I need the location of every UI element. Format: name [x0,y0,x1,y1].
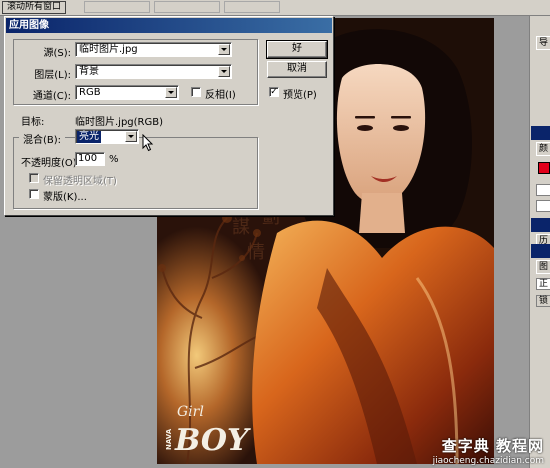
chevron-down-icon[interactable] [165,87,177,98]
color-palette-header[interactable] [531,126,550,140]
layers-tab[interactable]: 图 [536,260,550,274]
preserve-transparency-checkbox[interactable] [29,173,39,183]
chevron-down-icon[interactable] [125,131,137,142]
ok-button[interactable]: 好 [266,40,328,59]
preview-label: 预览(P) [283,90,317,101]
preserve-transparency-label: 保留透明区域(T) [43,176,117,187]
chevron-down-icon[interactable] [218,44,230,55]
fit-screen-button[interactable] [154,1,220,13]
svg-text:Girl: Girl [177,404,204,420]
layer-label: 图层(L): [34,70,71,81]
scroll-all-windows-button[interactable]: 滚动所有窗口 [2,1,67,14]
svg-text:謀: 謀 [232,217,250,238]
watermark-site-name: 查字典 教程网 [441,437,544,455]
layer-lock-label: 锁 [536,295,550,307]
color-tab[interactable]: 颜 [536,142,550,156]
svg-text:NAVA: NAVA [165,428,173,450]
invert-checkbox[interactable] [191,87,201,97]
foreground-color-swatch[interactable] [538,162,550,174]
layers-palette-header[interactable] [531,244,550,258]
opacity-unit: % [109,154,119,165]
opacity-input[interactable]: 100 [75,152,105,166]
target-value: 临时图片.jpg(RGB) [75,117,164,128]
blending-select[interactable]: 亮光 [75,129,139,144]
navigator-tab[interactable]: 导 [536,36,550,50]
cancel-button[interactable]: 取消 [267,61,327,78]
options-bar: 滚动所有窗口 [0,0,550,16]
svg-text:情: 情 [247,242,265,263]
preview-checkbox[interactable]: ✓ [269,87,279,97]
dialog-title[interactable]: 应用图像 [6,18,332,33]
chevron-down-icon[interactable] [218,66,230,77]
invert-label: 反相(I) [205,90,236,101]
color-value-field[interactable] [536,184,550,196]
print-size-button[interactable] [224,1,280,13]
history-palette-header[interactable] [531,218,550,232]
palette-dock: 导 颜 历 图 正 锁 [529,16,550,468]
site-watermark: 查字典 教程网 jiaocheng.chazidian.com [433,435,544,466]
blending-label: 混合(B): [19,131,66,146]
mask-label: 蒙版(K)... [43,192,87,203]
layer-blend-mode-select[interactable]: 正 [536,278,550,290]
apply-image-dialog: 应用图像 源(S): 临时图片.jpg 图层(L): 背景 通道(C): RGB… [4,16,334,216]
svg-text:BOY: BOY [174,423,251,458]
channel-label: 通道(C): [32,91,71,102]
channel-select[interactable]: RGB [75,85,179,100]
source-select[interactable]: 临时图片.jpg [75,42,232,57]
mask-checkbox[interactable] [29,189,39,199]
blending-value: 亮光 [77,131,101,143]
color-value-field[interactable] [536,200,550,212]
actual-pixels-button[interactable] [84,1,150,13]
layer-value: 背景 [79,66,99,77]
mouse-cursor-icon [142,134,154,152]
watermark-url: jiaocheng.chazidian.com [432,456,544,466]
opacity-label: 不透明度(O): [21,158,81,169]
source-label: 源(S): [43,48,71,59]
channel-value: RGB [79,87,101,98]
layer-select[interactable]: 背景 [75,64,232,79]
source-value: 临时图片.jpg [79,44,138,55]
target-label: 目标: [21,117,45,128]
